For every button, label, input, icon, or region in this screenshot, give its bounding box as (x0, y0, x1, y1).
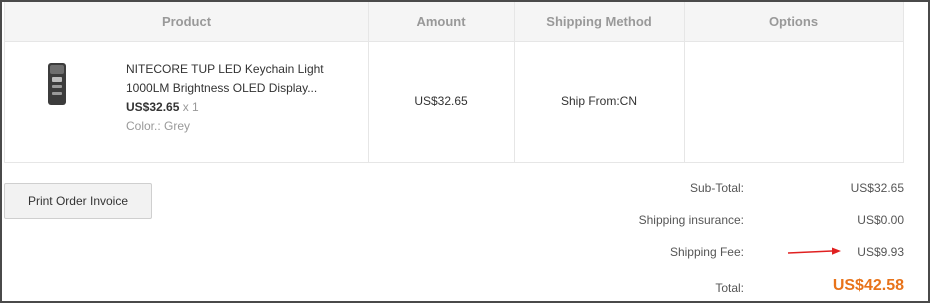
product-price-line: US$32.65 x 1 (126, 100, 199, 114)
flashlight-image[interactable] (44, 62, 70, 106)
row-shipping-method: Ship From:CN (560, 94, 637, 108)
total-label: Total: (715, 281, 744, 295)
column-divider (368, 2, 369, 162)
product-name-link[interactable]: NITECORE TUP LED Keychain Light 1000LM B… (126, 60, 356, 98)
shipping-fee-label: Shipping Fee: (669, 245, 744, 259)
product-quantity: x 1 (182, 100, 199, 114)
row-amount: US$32.65 (414, 94, 468, 108)
header-options: Options (768, 14, 819, 29)
shipping-insurance-label: Shipping insurance: (638, 213, 744, 227)
shipping-fee-value: US$9.93 (857, 245, 904, 259)
total-value: US$42.58 (832, 277, 904, 294)
arrow-right-icon (787, 247, 841, 255)
product-color: Color.: Grey (126, 119, 191, 133)
shipping-insurance-value: US$0.00 (857, 213, 904, 227)
header-amount: Amount (416, 14, 466, 29)
header-shipping-method: Shipping Method (546, 14, 652, 29)
product-info: NITECORE TUP LED Keychain Light 1000LM B… (126, 60, 356, 136)
column-divider (514, 2, 515, 162)
subtotal-value: US$32.65 (850, 181, 904, 195)
column-divider (684, 2, 685, 162)
subtotal-label: Sub-Total: (689, 181, 744, 195)
table-header: Product Amount Shipping Method Options (5, 2, 903, 42)
header-product: Product (161, 14, 212, 29)
print-order-invoice-button[interactable]: Print Order Invoice (4, 183, 152, 219)
product-price: US$32.65 (126, 100, 180, 114)
